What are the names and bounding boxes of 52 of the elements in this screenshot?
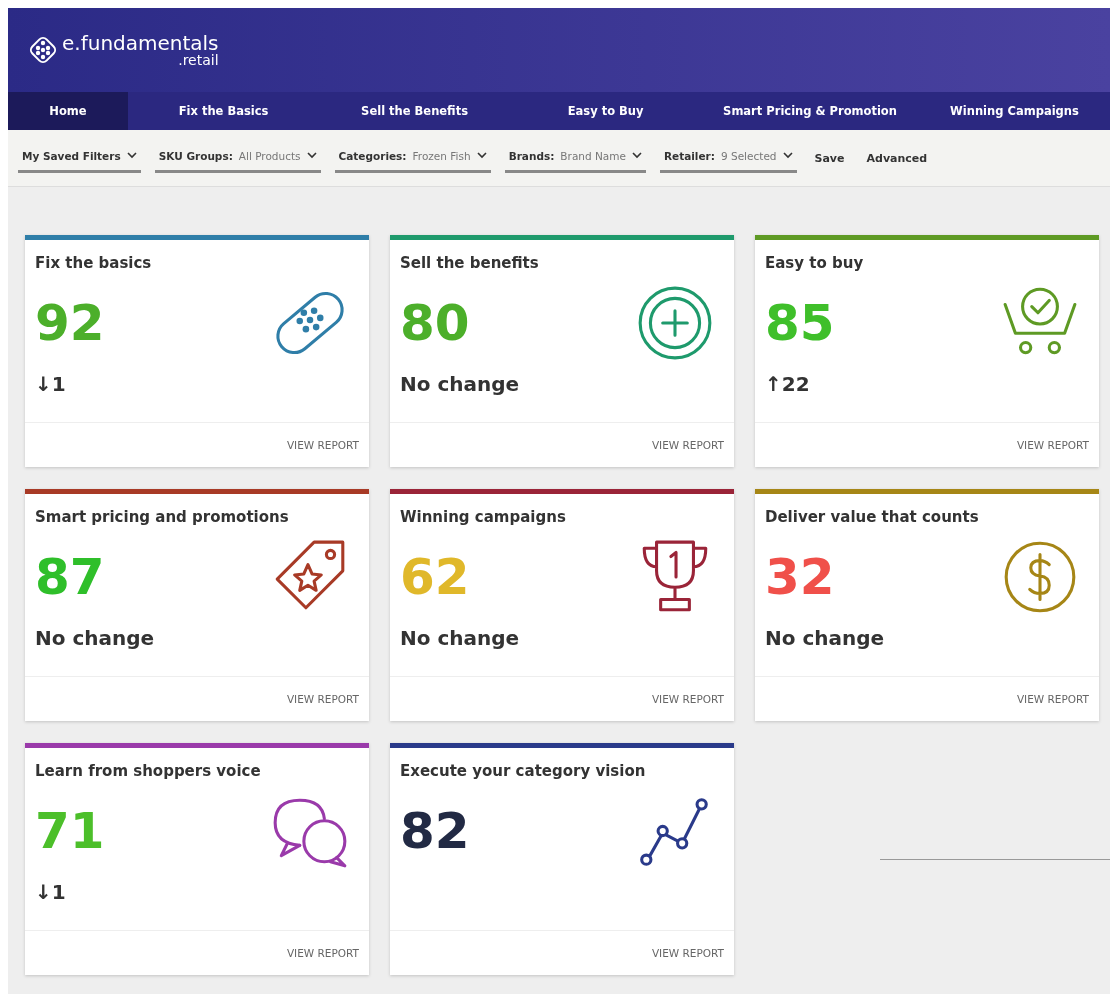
chevron-icon [306, 152, 317, 159]
brand-suffix: .retail [178, 53, 219, 67]
score-value: 71 [35, 802, 105, 860]
filter-dropdown[interactable]: Retailer: 9 Selected [659, 143, 797, 173]
score-value: 80 [400, 294, 470, 352]
filter-dropdown[interactable]: Categories: Frozen Fish [334, 143, 491, 173]
card-title: Execute your category vision [399, 761, 647, 780]
filter-dropdown[interactable]: My Saved Filters [18, 143, 141, 173]
change-text: No change [35, 626, 155, 650]
nav-tab[interactable]: Sell the Benefits [319, 92, 511, 130]
change-text: ↑22 [765, 372, 810, 396]
chevron-icon [631, 152, 642, 159]
nav-tab[interactable]: Home [8, 92, 128, 130]
action-button[interactable]: Advanced [862, 147, 932, 169]
card-title: Learn from shoppers voice [34, 761, 262, 780]
card-title: Sell the benefits [399, 253, 540, 272]
score-value: 85 [765, 294, 835, 352]
card-title: Smart pricing and promotions [34, 507, 290, 526]
card-title: Winning campaigns [399, 507, 567, 526]
change-text: ↓1 [35, 372, 66, 396]
action-button[interactable]: Save [810, 147, 849, 169]
view-report-link[interactable]: VIEW REPORT [651, 947, 724, 959]
view-report-link[interactable]: VIEW REPORT [1016, 693, 1089, 705]
chevron-icon [126, 152, 137, 159]
view-report-link[interactable]: VIEW REPORT [651, 439, 724, 451]
score-value: 92 [35, 294, 105, 352]
nav-tab[interactable]: Fix the Basics [128, 92, 320, 130]
view-report-link[interactable]: VIEW REPORT [286, 693, 359, 705]
change-text: No change [765, 626, 885, 650]
card-title: Fix the basics [34, 253, 153, 272]
view-report-link[interactable]: VIEW REPORT [286, 947, 359, 959]
brand-name: e.fundamentals [62, 33, 219, 53]
change-text: No change [400, 626, 520, 650]
filter-dropdown[interactable]: SKU Groups: All Products [154, 143, 321, 173]
logo-icon [28, 35, 58, 65]
view-report-link[interactable]: VIEW REPORT [286, 439, 359, 451]
nav-tab[interactable]: Easy to Buy [510, 92, 702, 130]
score-value: 32 [765, 548, 835, 606]
score-value: 87 [35, 548, 105, 606]
chevron-icon [782, 152, 793, 159]
score-value: 82 [400, 802, 470, 860]
change-text: No change [400, 372, 520, 396]
view-report-link[interactable]: VIEW REPORT [1016, 439, 1089, 451]
nav-tab[interactable]: Smart Pricing & Promotion [701, 92, 919, 130]
score-value: 62 [400, 548, 470, 606]
card-title: Easy to buy [764, 253, 865, 272]
nav-tab[interactable]: Winning Campaigns [918, 92, 1110, 130]
filter-dropdown[interactable]: Brands: Brand Name [504, 143, 646, 173]
chevron-icon [476, 152, 487, 159]
change-text: ↓1 [35, 880, 66, 904]
view-report-link[interactable]: VIEW REPORT [651, 693, 724, 705]
card-title: Deliver value that counts [764, 507, 980, 526]
